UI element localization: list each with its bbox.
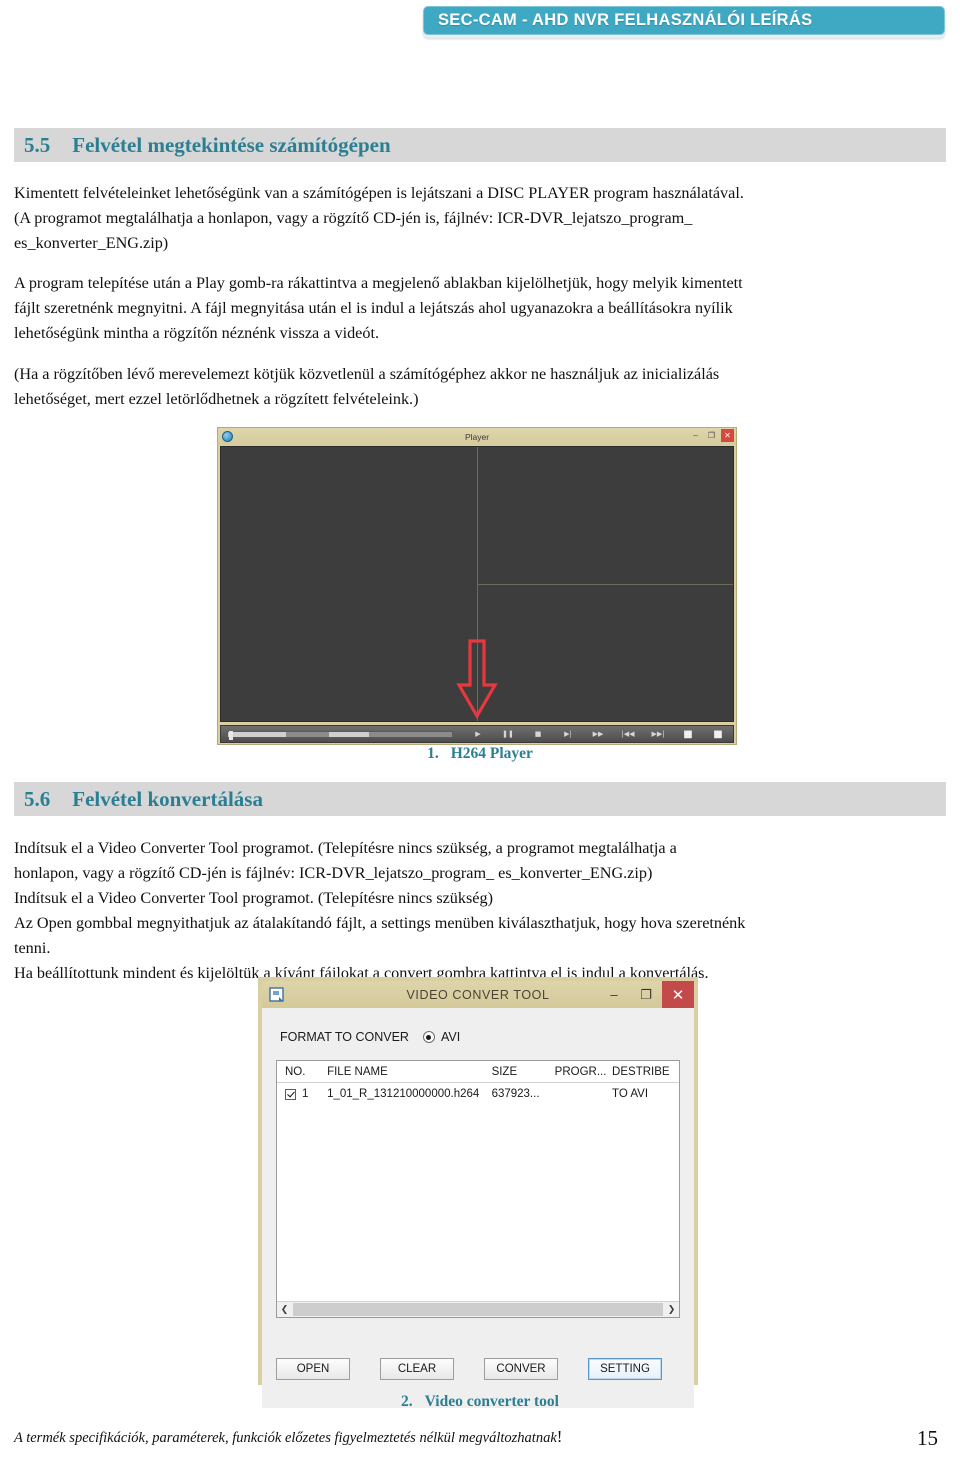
paragraph-5-5-3: (Ha a rögzítőben lévő merevelemezt kötjü… [14,362,944,412]
next-button[interactable]: ▶▶| [643,726,673,742]
h264-player-window[interactable]: Player – ❐ ✕ ▶ ❚❚ ■ ▶| ▶▶ |◀◀ ▶▶| ■ ■ [217,427,737,745]
seek-progress-fill [228,731,287,737]
p2-line1: A program telepítése után a Play gomb-ra… [14,274,743,292]
figure-2-text: Video converter tool [424,1393,559,1410]
capture-button[interactable]: ■ [673,726,703,742]
close-icon[interactable]: ✕ [721,429,734,442]
p4-line1: Indítsuk el a Video Converter Tool progr… [14,839,677,857]
fast-forward-button[interactable]: ▶▶ [583,726,613,742]
video-split-horizontal [477,584,733,585]
player-video-area[interactable] [220,446,734,722]
column-header-size: SIZE [491,1065,518,1078]
figure-caption-2: 2. Video converter tool [0,1393,960,1411]
figure-1-number: 1. [427,745,439,762]
footer-disclaimer-text: A termék specifikációk, paraméterek, fun… [14,1430,557,1446]
row-size: 637923... [491,1088,540,1100]
p2-line2: fájlt szeretnénk megnyitni. A fájl megny… [14,299,733,317]
converter-window-buttons[interactable]: – ❐ ✕ [598,981,694,1008]
conver-button[interactable]: CONVER [484,1358,558,1380]
table-row[interactable]: 1 1_01_R_131210000000.h264 637923... TO … [277,1083,679,1105]
seek-slider[interactable] [227,730,453,740]
row-no-cell: 1 [277,1088,327,1100]
row-index: 1 [302,1088,309,1100]
video-converter-tool-window[interactable]: VIDEO CONVER TOOL – ❐ ✕ FORMAT TO CONVER… [258,977,698,1408]
open-button[interactable]: OPEN [276,1358,350,1380]
row-describe: TO AVI [612,1088,649,1100]
p6-line2: tenni. [14,939,51,957]
section-number-5-5: 5.5 [24,132,51,157]
format-to-conver-row: FORMAT TO CONVER AVI [280,1030,460,1044]
section-heading-5-5: 5.5 Felvétel megtekintése számítógépen [14,128,946,162]
seek-progress-fill-secondary [328,731,370,737]
p2-line3: lehetőségünk mintha a rögzítőn néznénk v… [14,324,380,342]
player-window-buttons[interactable]: – ❐ ✕ [689,429,734,442]
document-title-banner: SEC-CAM - AHD NVR FELHASZNÁLÓI LEÍRÁS [423,6,945,35]
figure-2-number: 2. [401,1393,413,1410]
play-button[interactable]: ▶ [463,726,493,742]
column-header-describe: DESTRIBE [612,1065,670,1078]
maximize-icon[interactable]: ❐ [705,429,718,442]
paragraph-5-5-1: Kimentett felvételeinket lehetőségünk va… [14,181,944,256]
slow-forward-button[interactable]: ▶| [553,726,583,742]
minimize-icon[interactable]: – [598,981,630,1008]
player-control-bar[interactable]: ▶ ❚❚ ■ ▶| ▶▶ |◀◀ ▶▶| ■ ■ [220,725,734,743]
scroll-left-icon[interactable]: ❮ [277,1305,292,1315]
row-checkbox[interactable] [285,1088,296,1100]
converter-window-body: FORMAT TO CONVER AVI NO. FILE NAME SIZE … [262,1008,694,1408]
stop-button[interactable]: ■ [523,726,553,742]
maximize-icon[interactable]: ❐ [630,981,662,1008]
section-title-5-6: Felvétel konvertálása [72,786,263,811]
section-heading-5-6: 5.6 Felvétel konvertálása [14,782,946,816]
avi-radio-button[interactable] [422,1031,435,1043]
figure-1-text: H264 Player [450,745,533,762]
red-down-arrow-annotation [456,639,498,719]
minimize-icon[interactable]: – [689,429,702,442]
scroll-right-icon[interactable]: ❯ [664,1305,679,1315]
close-icon[interactable]: ✕ [662,981,694,1008]
row-file-name: 1_01_R_131210000000.h264 [327,1088,480,1100]
paragraph-5-6-1: Indítsuk el a Video Converter Tool progr… [14,836,944,986]
figure-caption-1: 1. H264 Player [0,745,960,763]
footer-disclaimer: A termék specifikációk, paraméterek, fun… [14,1427,562,1447]
record-button[interactable]: ■ [703,726,733,742]
p1-line3: es_konverter_ENG.zip) [14,234,169,252]
paragraph-5-5-2: A program telepítése után a Play gomb-ra… [14,271,944,346]
column-header-progress: PROGR... [554,1065,607,1078]
seek-handle[interactable] [229,730,233,740]
scroll-thumb[interactable] [293,1303,663,1316]
format-label: FORMAT TO CONVER [280,1030,409,1044]
clear-button[interactable]: CLEAR [380,1358,454,1380]
converter-action-buttons: OPEN CLEAR CONVER SETTING [276,1358,680,1380]
section-title-5-5: Felvétel megtekintése számítógépen [72,132,391,157]
p1-line1: Kimentett felvételeinket lehetőségünk va… [14,184,744,202]
page-number: 15 [917,1426,938,1450]
previous-button[interactable]: |◀◀ [613,726,643,742]
p6-line1: Az Open gombbal megnyithatjuk az átalakí… [14,914,746,932]
converter-title-bar[interactable]: VIDEO CONVER TOOL – ❐ ✕ [262,981,694,1008]
player-window-title: Player [464,431,490,442]
horizontal-scrollbar[interactable]: ❮ ❯ [277,1301,679,1317]
page-header: SEC-CAM - AHD NVR FELHASZNÁLÓI LEÍRÁS [0,0,960,52]
pause-button[interactable]: ❚❚ [493,726,523,742]
file-list-panel[interactable]: NO. FILE NAME SIZE PROGR... DESTRIBE 1 1… [276,1060,680,1318]
section-number-5-6: 5.6 [24,786,51,811]
p1-line2: (A programot megtalálhatja a honlapon, v… [14,209,693,227]
p3-line2: lehetőséget, mert ezzel letörlődhetnek a… [14,390,419,408]
p3-line1: (Ha a rögzítőben lévő merevelemezt kötjü… [14,365,720,383]
banner-title-text: SEC-CAM - AHD NVR FELHASZNÁLÓI LEÍRÁS [438,11,813,29]
column-header-no: NO. [285,1065,306,1078]
player-title-bar[interactable]: Player – ❐ ✕ [218,428,736,445]
column-header-file-name: FILE NAME [327,1065,388,1078]
setting-button[interactable]: SETTING [588,1358,662,1380]
playback-buttons[interactable]: ▶ ❚❚ ■ ▶| ▶▶ |◀◀ ▶▶| ■ ■ [463,726,733,742]
avi-option-label: AVI [440,1030,461,1044]
file-list-header: NO. FILE NAME SIZE PROGR... DESTRIBE [277,1061,679,1083]
p5-line1: Indítsuk el a Video Converter Tool progr… [14,889,493,907]
footer-exclamation: ! [556,1427,563,1446]
p4-line2: honlapon, vagy a rögzítő CD-jén is fájln… [14,864,653,882]
